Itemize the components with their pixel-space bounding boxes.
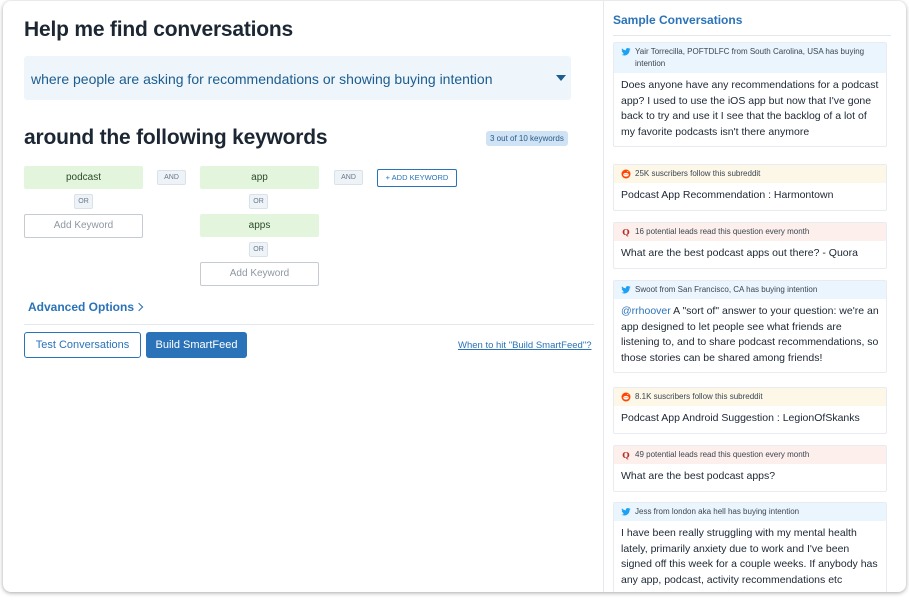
card-header: 25K suscribers follow this subreddit bbox=[614, 165, 886, 183]
card-header-text: 16 potential leads read this question ev… bbox=[635, 227, 810, 236]
add-keyword-group-button[interactable]: + ADD KEYWORD bbox=[377, 169, 457, 187]
sample-conversations-panel: Sample Conversations Yair Torrecilla, PO… bbox=[603, 1, 906, 592]
card-header-text: 8.1K suscribers follow this subreddit bbox=[635, 392, 763, 401]
and-operator: AND bbox=[334, 170, 363, 185]
svg-text:Q: Q bbox=[622, 451, 630, 460]
conversation-card[interactable]: Jess from london aka hell has buying int… bbox=[613, 502, 887, 592]
card-header-text: Yair Torrecilla, POFTDLFC from South Car… bbox=[635, 47, 865, 68]
conversation-card[interactable]: Q 49 potential leads read this question … bbox=[613, 445, 887, 492]
sample-conversations-title: Sample Conversations bbox=[613, 13, 743, 27]
card-body: Does anyone have any recommendations for… bbox=[621, 79, 879, 138]
advanced-options-link[interactable]: Advanced Options bbox=[28, 300, 144, 314]
card-header: 8.1K suscribers follow this subreddit bbox=[614, 388, 886, 406]
card-header-text: 49 potential leads read this question ev… bbox=[635, 450, 810, 459]
keywords-heading: around the following keywords bbox=[24, 126, 328, 149]
intent-dropdown[interactable]: where people are asking for recommendati… bbox=[24, 56, 571, 100]
card-body: I have been really struggling with my me… bbox=[621, 527, 878, 586]
conversation-card[interactable]: 8.1K suscribers follow this subreddit Po… bbox=[613, 387, 887, 434]
conversation-card[interactable]: 25K suscribers follow this subreddit Pod… bbox=[613, 164, 887, 211]
card-header: Yair Torrecilla, POFTDLFC from South Car… bbox=[614, 43, 886, 73]
card-header: Q 16 potential leads read this question … bbox=[614, 223, 886, 241]
add-keyword-input-group-2[interactable]: Add Keyword bbox=[200, 262, 319, 286]
divider bbox=[613, 35, 891, 36]
twitter-icon bbox=[621, 508, 631, 516]
card-header-text: Jess from london aka hell has buying int… bbox=[635, 507, 800, 516]
keyword-chip-app[interactable]: app bbox=[200, 166, 319, 189]
intent-selected-value: where people are asking for recommendati… bbox=[31, 71, 493, 87]
caret-down-icon bbox=[556, 75, 566, 81]
card-body: @rrhoover A "sort of" answer to your que… bbox=[614, 299, 886, 372]
keyword-chip-podcast[interactable]: podcast bbox=[24, 166, 143, 189]
conversation-card[interactable]: Q 16 potential leads read this question … bbox=[613, 222, 887, 269]
or-operator: OR bbox=[249, 194, 268, 209]
card-header-text: 25K suscribers follow this subreddit bbox=[635, 169, 761, 178]
when-to-build-link[interactable]: When to hit "Build SmartFeed"? bbox=[458, 340, 591, 351]
and-operator: AND bbox=[157, 170, 186, 185]
keyword-chip-apps[interactable]: apps bbox=[200, 214, 319, 237]
card-header: Swoot from San Francisco, CA has buying … bbox=[614, 281, 886, 299]
divider bbox=[24, 324, 594, 325]
svg-text:Q: Q bbox=[622, 228, 630, 237]
smartfeed-builder: Help me find conversations where people … bbox=[3, 1, 603, 592]
twitter-icon bbox=[621, 286, 631, 294]
mention-link[interactable]: @rrhoover bbox=[621, 305, 671, 317]
card-header: Q 49 potential leads read this question … bbox=[614, 446, 886, 464]
add-keyword-input-group-1[interactable]: Add Keyword bbox=[24, 214, 143, 238]
conversation-card[interactable]: Yair Torrecilla, POFTDLFC from South Car… bbox=[613, 42, 887, 147]
card-body: What are the best podcast apps out there… bbox=[621, 247, 858, 259]
or-operator: OR bbox=[74, 194, 93, 209]
conversation-card[interactable]: Swoot from San Francisco, CA has buying … bbox=[613, 280, 887, 373]
test-conversations-button[interactable]: Test Conversations bbox=[24, 332, 141, 358]
build-smartfeed-button[interactable]: Build SmartFeed bbox=[146, 332, 247, 358]
card-header: Jess from london aka hell has buying int… bbox=[614, 503, 886, 521]
card-body: Podcast App Android Suggestion : LegionO… bbox=[621, 412, 860, 424]
twitter-icon bbox=[621, 48, 631, 56]
advanced-options-label: Advanced Options bbox=[28, 300, 135, 314]
or-operator: OR bbox=[249, 242, 268, 257]
app-window: Help me find conversations where people … bbox=[3, 1, 906, 592]
page-title: Help me find conversations bbox=[24, 18, 294, 41]
card-body: What are the best podcast apps? bbox=[621, 470, 776, 482]
reddit-icon bbox=[621, 169, 631, 179]
card-header-text: Swoot from San Francisco, CA has buying … bbox=[635, 285, 818, 294]
quora-icon: Q bbox=[622, 228, 630, 237]
quora-icon: Q bbox=[622, 451, 630, 460]
chevron-right-icon bbox=[134, 302, 144, 312]
card-body: Podcast App Recommendation : Harmontown bbox=[621, 189, 834, 201]
reddit-icon bbox=[621, 392, 631, 402]
keyword-count-badge: 3 out of 10 keywords bbox=[486, 131, 568, 146]
